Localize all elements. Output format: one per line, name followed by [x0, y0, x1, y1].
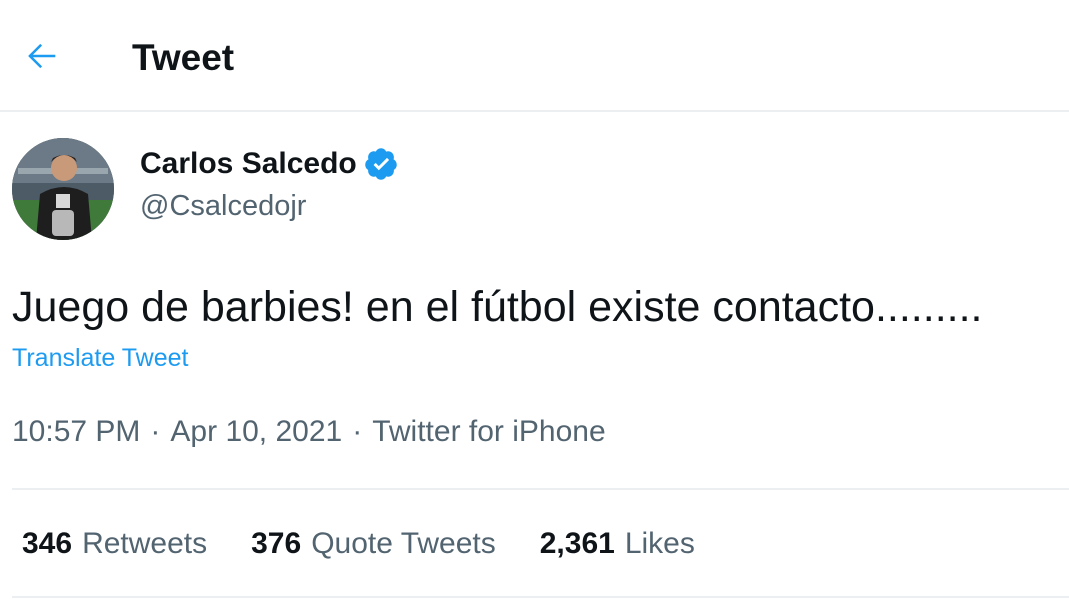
tweet-metadata: 10:57 PM · Apr 10, 2021 · Twitter for iP…: [12, 415, 606, 449]
stat-quote-tweets[interactable]: 376 Quote Tweets: [251, 527, 496, 561]
translate-tweet-link[interactable]: Translate Tweet: [12, 344, 188, 373]
divider: [12, 488, 1069, 490]
page-title: Tweet: [132, 37, 235, 78]
page-header: Tweet: [0, 0, 1069, 112]
meta-separator: ·: [352, 415, 363, 448]
stat-count: 346: [22, 527, 73, 560]
arrow-left-icon: [28, 43, 56, 69]
avatar-image: [12, 138, 114, 240]
author-name-row: Carlos Salcedo: [140, 144, 399, 184]
back-button[interactable]: [20, 34, 64, 78]
verified-badge-icon: [363, 146, 399, 182]
author-handle[interactable]: @Csalcedojr: [140, 190, 306, 223]
tweet-text: Juego de barbies! en el fútbol existe co…: [12, 283, 983, 331]
tweet-time[interactable]: 10:57 PM: [12, 415, 140, 449]
stat-label: Quote Tweets: [311, 527, 496, 560]
divider: [12, 596, 1069, 598]
stat-likes[interactable]: 2,361 Likes: [540, 527, 695, 561]
stat-count: 2,361: [539, 527, 615, 560]
stat-label: Retweets: [82, 527, 208, 560]
meta-separator: ·: [150, 415, 161, 448]
avatar[interactable]: [12, 138, 114, 240]
stat-retweets[interactable]: 346 Retweets: [22, 527, 207, 561]
tweet-stats: 346 Retweets 376 Quote Tweets 2,361 Likes: [22, 527, 739, 561]
author-display-name[interactable]: Carlos Salcedo: [140, 147, 357, 181]
tweet-page: Tweet Carlos Salcedo @Csalcedojr Juego d…: [0, 0, 1069, 601]
stat-count: 376: [251, 527, 302, 560]
stat-label: Likes: [624, 527, 695, 560]
tweet-source[interactable]: Twitter for iPhone: [372, 415, 605, 449]
tweet-date[interactable]: Apr 10, 2021: [170, 415, 342, 449]
